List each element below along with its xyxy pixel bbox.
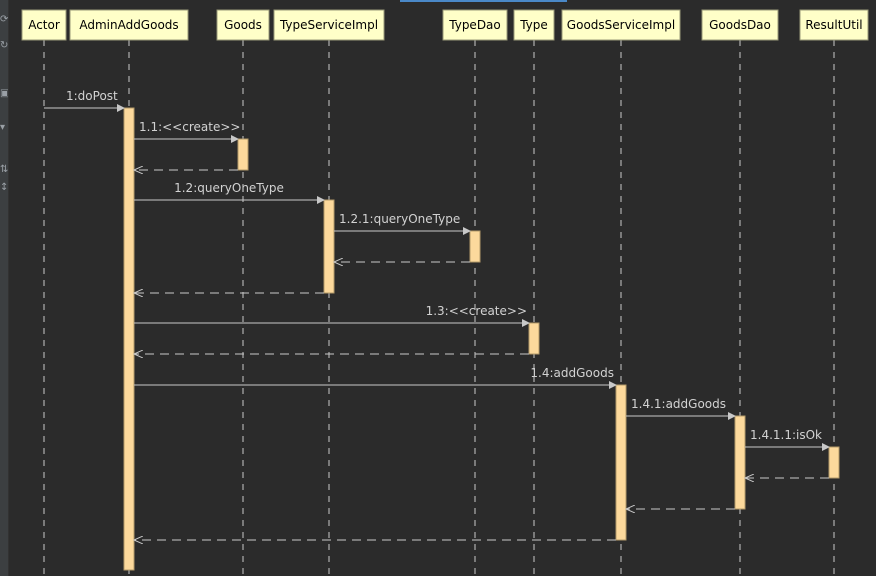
- activation-bar-typeDao[interactable]: [469, 230, 481, 263]
- message-label: 1.1:<<create>>: [139, 120, 240, 134]
- call-message-3[interactable]: 1.2:queryOneType: [134, 181, 325, 204]
- call-message-4[interactable]: 1.2.1:queryOneType: [334, 212, 471, 235]
- activation-bar-adminAddGoods[interactable]: [123, 107, 135, 571]
- activation-bar-type[interactable]: [528, 322, 540, 355]
- message-label: 1.4:addGoods: [530, 366, 614, 380]
- lifeline-type[interactable]: Type: [513, 9, 555, 576]
- message-label: 1:doPost: [66, 89, 118, 103]
- sequence-diagram: Actor AdminAddGoods Goods TypeServiceImpl Ty…: [21, 9, 869, 576]
- activation-bar-goodsDao[interactable]: [734, 415, 746, 510]
- call-message-9[interactable]: 1.4:addGoods: [134, 366, 617, 389]
- lifeline-label: AdminAddGoods: [79, 18, 178, 32]
- call-message-7[interactable]: 1.3:<<create>>: [134, 304, 530, 327]
- lifeline-label: GoodsServiceImpl: [567, 18, 675, 32]
- call-message-1[interactable]: 1.1:<<create>>: [134, 120, 240, 143]
- lifeline-resultUtil[interactable]: ResultUtil: [799, 9, 869, 576]
- lifeline-label: TypeDao: [448, 18, 501, 32]
- lifeline-label: GoodsDao: [709, 18, 771, 32]
- lifeline-actor[interactable]: Actor: [21, 9, 67, 576]
- message-label: 1.3:<<create>>: [426, 304, 527, 318]
- activation-bar-typeServiceImpl[interactable]: [323, 199, 335, 294]
- message-label: 1.4.1:addGoods: [631, 397, 726, 411]
- activation-bar-goods[interactable]: [237, 138, 249, 171]
- lifeline-label: TypeServiceImpl: [279, 18, 378, 32]
- call-message-11[interactable]: 1.4.1.1:isOk: [745, 428, 830, 451]
- lifeline-typeDao[interactable]: TypeDao: [442, 9, 508, 576]
- activation-bar-resultUtil[interactable]: [828, 446, 840, 479]
- message-label: 1.4.1.1:isOk: [750, 428, 822, 442]
- call-message-10[interactable]: 1.4.1:addGoods: [626, 397, 736, 420]
- message-label: 1.2:queryOneType: [174, 181, 284, 195]
- lifeline-label: ResultUtil: [805, 18, 862, 32]
- lifeline-label: Actor: [28, 18, 60, 32]
- lifeline-label: Goods: [224, 18, 262, 32]
- message-label: 1.2.1:queryOneType: [339, 212, 460, 226]
- lifeline-label: Type: [519, 18, 548, 32]
- activation-bar-goodsServiceImpl[interactable]: [615, 384, 627, 541]
- call-message-0[interactable]: 1:doPost: [44, 89, 125, 112]
